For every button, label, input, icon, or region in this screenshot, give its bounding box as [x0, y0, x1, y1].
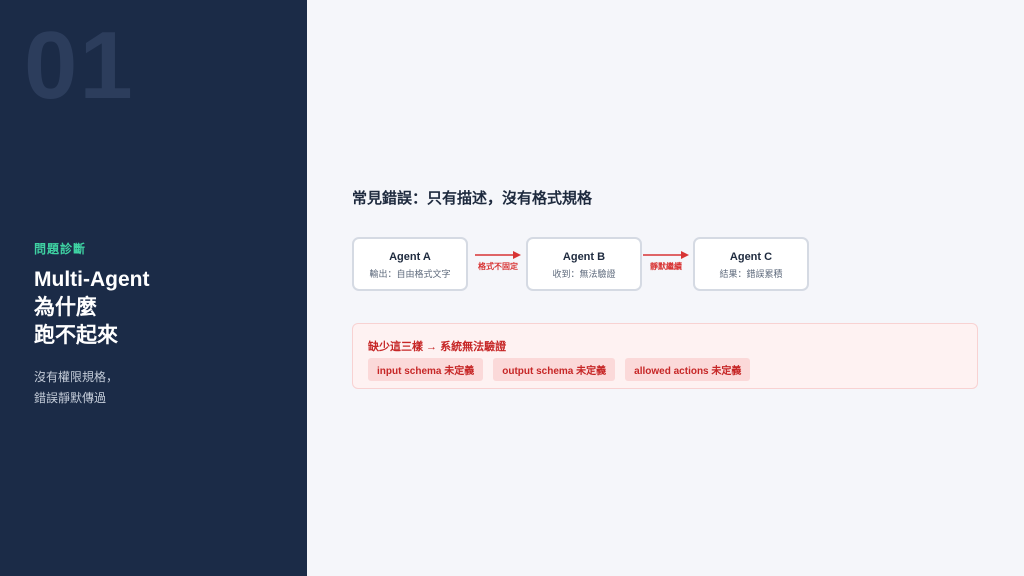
slide-subtitle: 沒有權限規格， 錯誤靜默傳過 — [34, 367, 118, 409]
section-number: 01 — [24, 12, 135, 119]
arrow-label: 格式不固定 — [478, 262, 518, 271]
arrow-label: 靜默繼續 — [650, 262, 682, 271]
title-line: 為什麼 — [34, 296, 97, 319]
missing-tag: allowed actions 未定義 — [625, 358, 751, 381]
eyebrow-label: 問題診斷 — [34, 242, 87, 256]
left-panel: 01 問題診斷 Multi-Agent 為什麼 跑不起來 沒有權限規格， 錯誤靜… — [0, 0, 307, 576]
section-title: 常見錯誤：只有描述，沒有格式規格 — [352, 190, 593, 207]
agent-name: Agent A — [389, 251, 431, 263]
arrow-right-icon — [643, 251, 689, 259]
agent-name: Agent C — [729, 251, 773, 263]
agent-c-card: Agent C 結果：錯誤累積 — [693, 237, 809, 291]
agent-b-card: Agent B 收到：無法驗證 — [526, 237, 642, 291]
arrow-a-to-b: 格式不固定 — [475, 250, 521, 274]
slide: 01 問題診斷 Multi-Agent 為什麼 跑不起來 沒有權限規格， 錯誤靜… — [0, 0, 1024, 576]
title-line: Multi-Agent — [34, 268, 150, 291]
arrow-b-to-c: 靜默繼續 — [643, 250, 689, 274]
title-line: 跑不起來 — [34, 324, 118, 347]
agent-desc: 結果：錯誤累積 — [719, 269, 783, 279]
alert-title: 缺少這三樣 → 系統無法驗證 — [368, 341, 507, 353]
missing-spec-alert: 缺少這三樣 → 系統無法驗證 input schema 未定義 output s… — [352, 323, 978, 389]
missing-tag: output schema 未定義 — [493, 358, 616, 381]
agent-a-card: Agent A 輸出：自由格式文字 — [352, 237, 468, 291]
arrow-right-icon — [475, 251, 521, 259]
agent-name: Agent B — [562, 251, 606, 263]
slide-title: Multi-Agent 為什麼 跑不起來 — [34, 266, 149, 350]
main-panel: 常見錯誤：只有描述，沒有格式規格 Agent A 輸出：自由格式文字 格式不固定… — [307, 0, 1024, 576]
agent-desc: 輸出：自由格式文字 — [369, 269, 451, 279]
missing-tags: input schema 未定義 output schema 未定義 allow… — [368, 358, 751, 381]
missing-tag: input schema 未定義 — [368, 358, 484, 381]
subtitle-line: 錯誤靜默傳過 — [34, 391, 107, 405]
subtitle-line: 沒有權限規格， — [34, 370, 119, 384]
agent-desc: 收到：無法驗證 — [552, 269, 616, 279]
